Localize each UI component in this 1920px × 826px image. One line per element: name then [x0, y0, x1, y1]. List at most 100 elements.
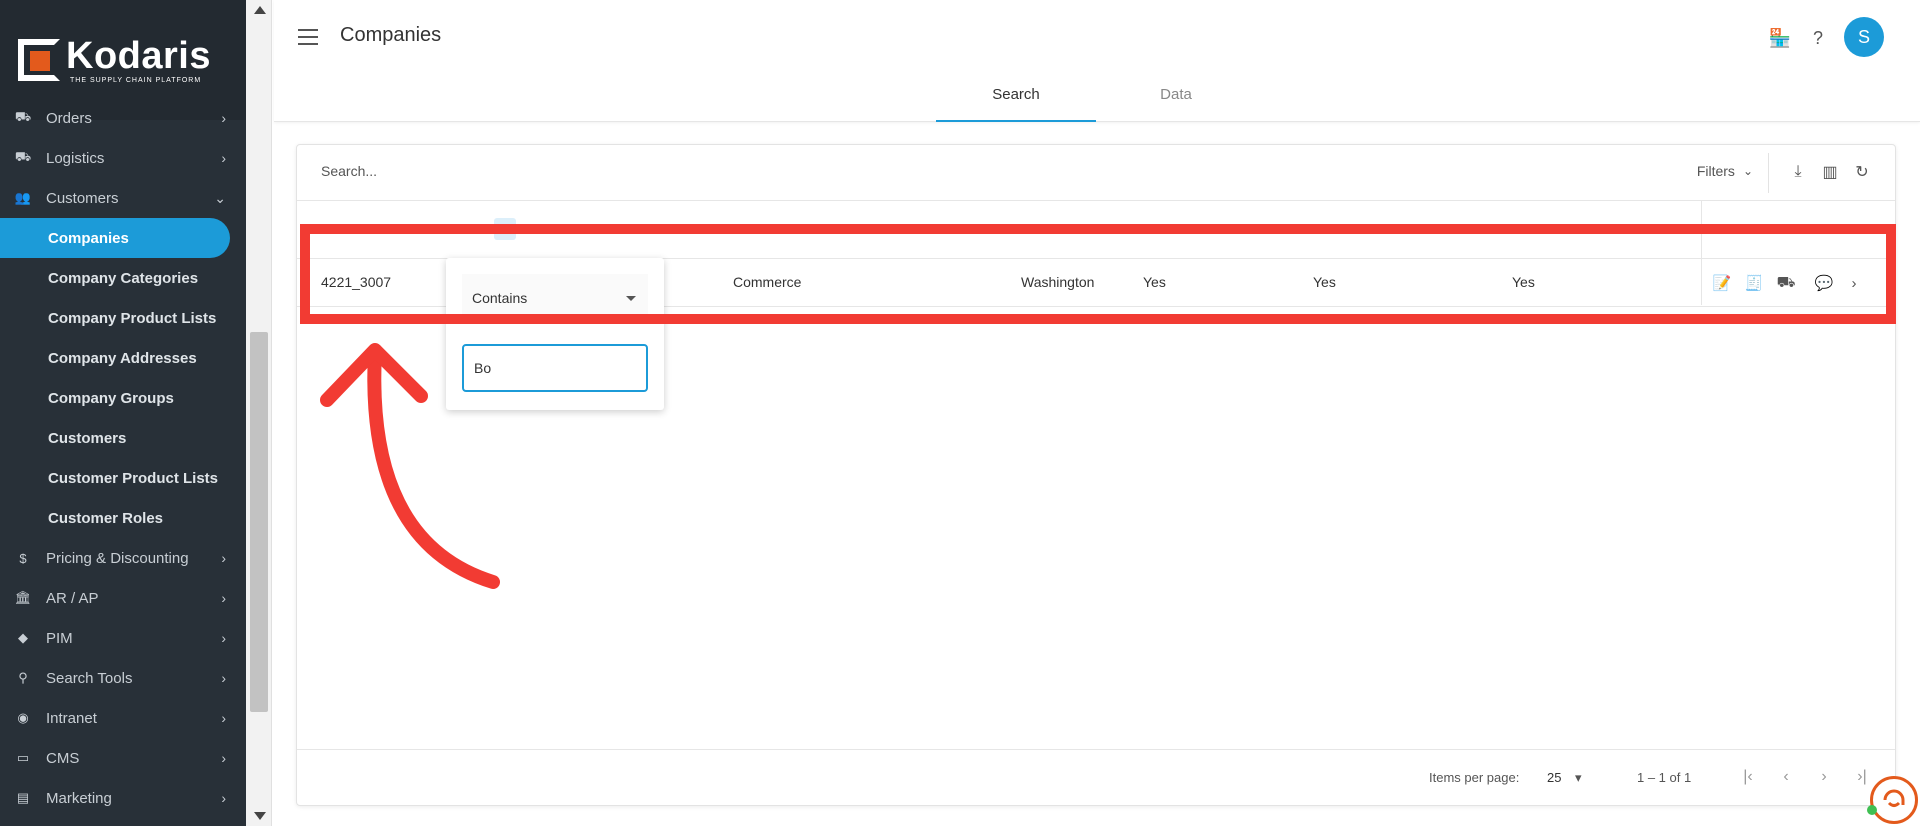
chevron-right-icon: › [221, 630, 226, 646]
cell-flag-3: Yes [1512, 274, 1535, 290]
chevron-down-icon: ⌄ [214, 190, 226, 206]
sidebar-item-label: Logistics [46, 149, 105, 167]
chevron-down-icon[interactable]: ▾ [1575, 770, 1582, 786]
sidebar-scrollbar[interactable] [246, 0, 272, 826]
companies-table-card: Filters ⌄ ⤓ ▥ ↻ 4221_3007 Commerce Washi… [296, 144, 1896, 806]
cell-city: Washington [1021, 274, 1095, 290]
column-menu-icon[interactable] [494, 218, 516, 240]
megaphone-icon: ▤ [16, 790, 30, 805]
sidebar-subitem-company-categories[interactable]: Company Categories [0, 258, 246, 298]
tab-bar: Search Data [936, 80, 1256, 122]
filters-button[interactable]: Filters ⌄ [1697, 163, 1753, 179]
delivery-icon: ⛟ [14, 149, 32, 164]
sidebar-item-pim[interactable]: ◆ PIM › [0, 618, 246, 658]
scrollbar-thumb[interactable] [250, 332, 268, 712]
filters-label: Filters [1696, 163, 1735, 179]
pagination-range: 1 – 1 of 1 [1637, 770, 1692, 785]
scroll-down-icon[interactable] [254, 812, 266, 820]
shipping-icon[interactable]: ⛟ [1775, 272, 1797, 294]
cell-flag-2: Yes [1313, 274, 1336, 290]
page-header: Companies 🏪 ? S Search Data [274, 0, 1920, 122]
globe-icon: ◉ [17, 710, 29, 725]
scroll-up-icon[interactable] [254, 6, 266, 14]
sidebar-item-pricing[interactable]: $ Pricing & Discounting › [0, 538, 246, 578]
sidebar-item-search-tools[interactable]: ⚲ Search Tools › [0, 658, 246, 698]
tab-search[interactable]: Search [936, 80, 1096, 122]
refresh-icon[interactable]: ↻ [1851, 161, 1873, 183]
sidebar-subitem-company-product-lists[interactable]: Company Product Lists [0, 298, 246, 338]
sidebar-item-label: Search Tools [46, 669, 133, 687]
column-filter-popup: Contains [446, 258, 664, 410]
sidebar-item-customers[interactable]: 👥 Customers ⌄ [0, 178, 246, 218]
chevron-right-icon: › [221, 790, 226, 806]
sidebar-item-cms[interactable]: ▭ CMS › [0, 738, 246, 778]
sidebar-item-orders[interactable]: ⛟ Orders › [0, 98, 246, 138]
people-icon: 👥 [14, 190, 32, 205]
dollar-icon: $ [19, 550, 27, 566]
pagination: Items per page: 25 ▾ 1 – 1 of 1 |‹ ‹ › ›… [297, 749, 1895, 805]
chevron-down-icon: ⌄ [1742, 164, 1753, 178]
tab-data[interactable]: Data [1096, 80, 1256, 122]
chat-widget-icon[interactable] [1867, 776, 1918, 824]
items-per-page-label: Items per page: [1429, 770, 1520, 785]
last-page-icon[interactable]: ›| [1851, 766, 1873, 788]
filter-operator-select[interactable]: Contains [462, 274, 648, 316]
avatar[interactable]: S [1844, 17, 1884, 57]
items-per-page-select[interactable]: 25 [1547, 770, 1561, 785]
download-icon[interactable]: ⤓ [1787, 161, 1809, 183]
chevron-right-icon: › [221, 590, 226, 606]
sidebar-subitem-company-addresses[interactable]: Company Addresses [0, 338, 246, 378]
chevron-right-icon: › [221, 710, 226, 726]
sidebar-item-label: PIM [46, 629, 73, 647]
chevron-right-icon[interactable]: › [1843, 272, 1865, 294]
sidebar-nav: ⛟ Orders › ⛟ Logistics › 👥 Customers ⌄ C… [0, 109, 246, 818]
search-bar: Filters ⌄ ⤓ ▥ ↻ [297, 145, 1895, 201]
next-page-icon[interactable]: › [1813, 766, 1835, 788]
tag-icon: ◆ [18, 630, 28, 645]
cell-type: Commerce [733, 274, 802, 290]
invoice-add-icon[interactable]: 🧾 [1743, 272, 1765, 294]
sidebar-item-label: Marketing [46, 789, 112, 807]
sidebar-item-label: AR / AP [46, 589, 99, 607]
search-icon: ⚲ [18, 670, 28, 685]
comment-icon[interactable]: 💬 [1813, 272, 1835, 294]
page-title: Companies [340, 24, 442, 46]
sidebar-item-marketing[interactable]: ▤ Marketing › [0, 778, 246, 818]
online-status-dot [1867, 805, 1877, 815]
sidebar-subitem-customer-roles[interactable]: Customer Roles [0, 498, 246, 538]
filter-operator-value: Contains [472, 290, 528, 306]
sidebar-item-ar-ap[interactable]: 🏛 AR / AP › [0, 578, 246, 618]
dropdown-arrow-icon [626, 296, 636, 301]
sidebar-item-label: Pricing & Discounting [46, 549, 189, 567]
brand-name: Kodaris [66, 34, 211, 77]
menu-icon[interactable] [298, 29, 318, 45]
bank-icon: 🏛 [14, 590, 32, 605]
cell-id: 4221_3007 [321, 274, 392, 290]
truck-icon: ⛟ [14, 109, 32, 124]
kodaris-logo-icon [18, 39, 60, 81]
sidebar-item-logistics[interactable]: ⛟ Logistics › [0, 138, 246, 178]
sidebar-subitem-customer-product-lists[interactable]: Customer Product Lists [0, 458, 246, 498]
search-input[interactable] [321, 163, 821, 179]
sidebar-subitem-companies[interactable]: Companies [0, 218, 230, 258]
sidebar-subitem-customers[interactable]: Customers [0, 418, 246, 458]
chevron-right-icon: › [221, 750, 226, 766]
table-header [297, 201, 1895, 259]
help-icon[interactable]: ? [1806, 26, 1830, 50]
first-page-icon[interactable]: |‹ [1737, 766, 1759, 788]
note-add-icon[interactable]: 📝 [1711, 272, 1733, 294]
columns-icon[interactable]: ▥ [1819, 161, 1841, 183]
sidebar-item-label: Orders [46, 109, 92, 127]
sidebar-item-label: Customers [46, 189, 119, 207]
chevron-right-icon: › [221, 110, 226, 126]
sidebar-item-label: CMS [46, 749, 80, 767]
cell-flag-1: Yes [1143, 274, 1166, 290]
sidebar-subitem-company-groups[interactable]: Company Groups [0, 378, 246, 418]
sidebar: Kodaris THE SUPPLY CHAIN PLATFORM ⛟ Orde… [0, 0, 246, 826]
filter-value-input[interactable] [462, 344, 648, 392]
previous-page-icon[interactable]: ‹ [1775, 766, 1797, 788]
chevron-right-icon: › [221, 150, 226, 166]
sidebar-item-intranet[interactable]: ◉ Intranet › [0, 698, 246, 738]
add-store-icon[interactable]: 🏪 [1768, 26, 1792, 50]
browser-icon: ▭ [16, 750, 30, 765]
